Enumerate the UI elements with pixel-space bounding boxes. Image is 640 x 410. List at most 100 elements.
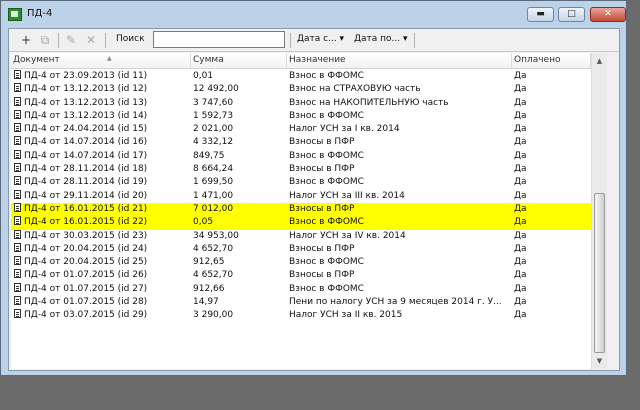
table-row[interactable]: ПД-4 от 14.07.2014 (id 16) 4 332,12 Взносы…	[11, 136, 607, 149]
table-row[interactable]: ПД-4 от 30.03.2015 (id 23) 34 953,00 Налог…	[11, 229, 607, 243]
cell-sum: 912,66	[193, 283, 225, 294]
cell-sum: 0,01	[193, 71, 214, 81]
cell-document: ПД-4 от 13.12.2013 (id 12)	[12, 83, 190, 96]
table-row[interactable]: ПД-4 от 16.01.2015 (id 21) 7 012,00 Взносы…	[11, 202, 607, 217]
column-header-document[interactable]: Документ ▲	[11, 53, 191, 68]
table-row[interactable]: ПД-4 от 13.12.2013 (id 12) 12 492,00 Взнос…	[11, 83, 607, 96]
cell-paid: Да	[514, 110, 527, 121]
document-name: ПД-4 от 20.04.2015 (id 25)	[24, 257, 148, 268]
cell-sum: 4 332,12	[193, 137, 234, 148]
table-row[interactable]: ПД-4 от 28.11.2014 (id 18) 8 664,24 Взносы…	[11, 163, 607, 176]
document-icon	[14, 216, 21, 226]
title-bar[interactable]: ПД-4 ▬ □ ✕	[1, 1, 626, 27]
scroll-down-icon[interactable]: ▼	[592, 354, 607, 368]
minimize-button[interactable]: ▬	[527, 7, 554, 22]
document-name: ПД-4 от 01.07.2015 (id 26)	[24, 270, 148, 281]
cell-paid: Да	[514, 257, 527, 268]
table-row[interactable]: ПД-4 от 24.04.2014 (id 15) 2 021,00 Налог …	[11, 123, 607, 136]
document-icon	[14, 309, 21, 319]
document-name: ПД-4 от 30.03.2015 (id 23)	[24, 230, 148, 241]
cell-sum: 4 652,70	[193, 243, 234, 254]
cell-document: ПД-4 от 20.04.2015 (id 24)	[12, 242, 190, 256]
scroll-up-icon[interactable]: ▲	[592, 54, 607, 68]
column-header-sum[interactable]: Сумма	[191, 53, 287, 68]
document-name: ПД-4 от 14.07.2014 (id 17)	[24, 150, 148, 161]
cell-purpose: Взнос в ФФОМС	[289, 177, 364, 188]
cell-document: ПД-4 от 24.04.2014 (id 15)	[12, 123, 190, 136]
cell-document: ПД-4 от 16.01.2015 (id 21)	[12, 202, 190, 216]
cell-sum: 0,05	[193, 217, 214, 228]
cell-purpose: Взносы в ПФР	[289, 270, 355, 281]
cell-purpose: Взносы в ПФР	[289, 164, 355, 175]
cell-sum: 4 652,70	[193, 270, 234, 281]
document-name: ПД-4 от 28.11.2014 (id 18)	[24, 164, 148, 175]
cell-document: ПД-4 от 28.11.2014 (id 18)	[12, 163, 190, 176]
add-icon[interactable]: +	[18, 32, 34, 48]
cell-document: ПД-4 от 13.12.2013 (id 14)	[12, 109, 190, 123]
copy-icon[interactable]: ⧉	[37, 32, 53, 48]
table-row[interactable]: ПД-4 от 03.07.2015 (id 29) 3 290,00 Налог …	[11, 309, 607, 322]
document-name: ПД-4 от 01.07.2015 (id 28)	[24, 297, 148, 308]
document-name: ПД-4 от 24.04.2014 (id 15)	[24, 124, 148, 135]
search-label: Поиск	[116, 34, 145, 44]
document-icon	[14, 189, 21, 199]
search-input[interactable]	[153, 31, 285, 48]
cell-purpose: Взносы в ПФР	[289, 137, 355, 148]
cell-document: ПД-4 от 13.12.2013 (id 13)	[12, 96, 190, 110]
cell-sum: 3 290,00	[193, 310, 234, 321]
table-row[interactable]: ПД-4 от 01.07.2015 (id 27) 912,66 Взнос в …	[11, 282, 607, 296]
cell-sum: 849,75	[193, 150, 225, 161]
vertical-scrollbar[interactable]: ▲ ▼	[591, 53, 607, 369]
cell-purpose: Взнос в ФФОМС	[289, 71, 364, 81]
document-name: ПД-4 от 16.01.2015 (id 21)	[24, 203, 148, 214]
table-row[interactable]: ПД-4 от 16.01.2015 (id 22) 0,05 Взнос в ФФ…	[11, 216, 607, 230]
table-row[interactable]: ПД-4 от 20.04.2015 (id 25) 912,65 Взнос в …	[11, 256, 607, 269]
cell-sum: 8 664,24	[193, 164, 234, 175]
maximize-button[interactable]: □	[558, 7, 585, 22]
toolbar-separator	[105, 33, 106, 48]
table-row[interactable]: ПД-4 от 28.11.2014 (id 19) 1 699,50 Взнос …	[11, 176, 607, 189]
table-row[interactable]: ПД-4 от 01.07.2015 (id 26) 4 652,70 Взносы…	[11, 269, 607, 282]
cell-purpose: Налог УСН за IV кв. 2014	[289, 230, 406, 241]
document-icon	[14, 229, 21, 239]
cell-paid: Да	[514, 84, 527, 95]
cell-purpose: Взнос в ФФОМС	[289, 257, 364, 268]
document-name: ПД-4 от 13.12.2013 (id 12)	[24, 84, 148, 95]
cell-purpose: Взнос в ФФОМС	[289, 110, 364, 121]
toolbar-separator	[414, 33, 415, 48]
date-to-dropdown[interactable]: Дата по... ▾	[354, 34, 408, 44]
table-row[interactable]: ПД-4 от 14.07.2014 (id 17) 849,75 Взнос в …	[11, 149, 607, 163]
cell-paid: Да	[514, 190, 527, 201]
cell-document: ПД-4 от 29.11.2014 (id 20)	[12, 189, 190, 203]
cell-document: ПД-4 от 01.07.2015 (id 26)	[12, 269, 190, 282]
scroll-thumb[interactable]	[594, 193, 605, 353]
table-row[interactable]: ПД-4 от 20.04.2015 (id 24) 4 652,70 Взносы…	[11, 242, 607, 256]
column-header-purpose[interactable]: Назначение	[287, 53, 512, 68]
document-name: ПД-4 от 14.07.2014 (id 16)	[24, 137, 148, 148]
close-button[interactable]: ✕	[590, 7, 626, 22]
window-title: ПД-4	[27, 8, 53, 19]
toolbar: + ⧉ ✎ ✕ Поиск Дата с... ▾ Дата по... ▾	[9, 29, 619, 52]
cell-paid: Да	[514, 177, 527, 188]
cell-document: ПД-4 от 20.04.2015 (id 25)	[12, 256, 190, 269]
cell-paid: Да	[514, 164, 527, 175]
table-row[interactable]: ПД-4 от 29.11.2014 (id 20) 1 471,00 Налог …	[11, 189, 607, 203]
delete-icon[interactable]: ✕	[83, 32, 99, 48]
table-row[interactable]: ПД-4 от 23.09.2013 (id 11) 0,01 Взнос в ФФ…	[11, 70, 607, 83]
table-body: ПД-4 от 23.09.2013 (id 11) 0,01 Взнос в ФФ…	[11, 70, 607, 323]
table-row[interactable]: ПД-4 от 13.12.2013 (id 13) 3 747,60 Взнос …	[11, 96, 607, 110]
cell-sum: 912,65	[193, 257, 225, 268]
cell-paid: Да	[514, 71, 527, 81]
date-from-dropdown[interactable]: Дата с... ▾	[297, 34, 344, 44]
document-icon	[14, 83, 21, 93]
cell-purpose: Взносы в ПФР	[289, 203, 355, 214]
document-name: ПД-4 от 13.12.2013 (id 13)	[24, 97, 148, 108]
column-header-paid[interactable]: Оплачено	[512, 53, 591, 68]
table-row[interactable]: ПД-4 от 01.07.2015 (id 28) 14,97 Пени по н…	[11, 296, 607, 309]
cell-document: ПД-4 от 23.09.2013 (id 11)	[12, 70, 190, 83]
edit-icon[interactable]: ✎	[63, 32, 79, 48]
table-row[interactable]: ПД-4 от 13.12.2013 (id 14) 1 592,73 Взнос …	[11, 109, 607, 123]
document-icon	[14, 70, 21, 79]
document-icon	[14, 282, 21, 292]
cell-sum: 14,97	[193, 297, 219, 308]
